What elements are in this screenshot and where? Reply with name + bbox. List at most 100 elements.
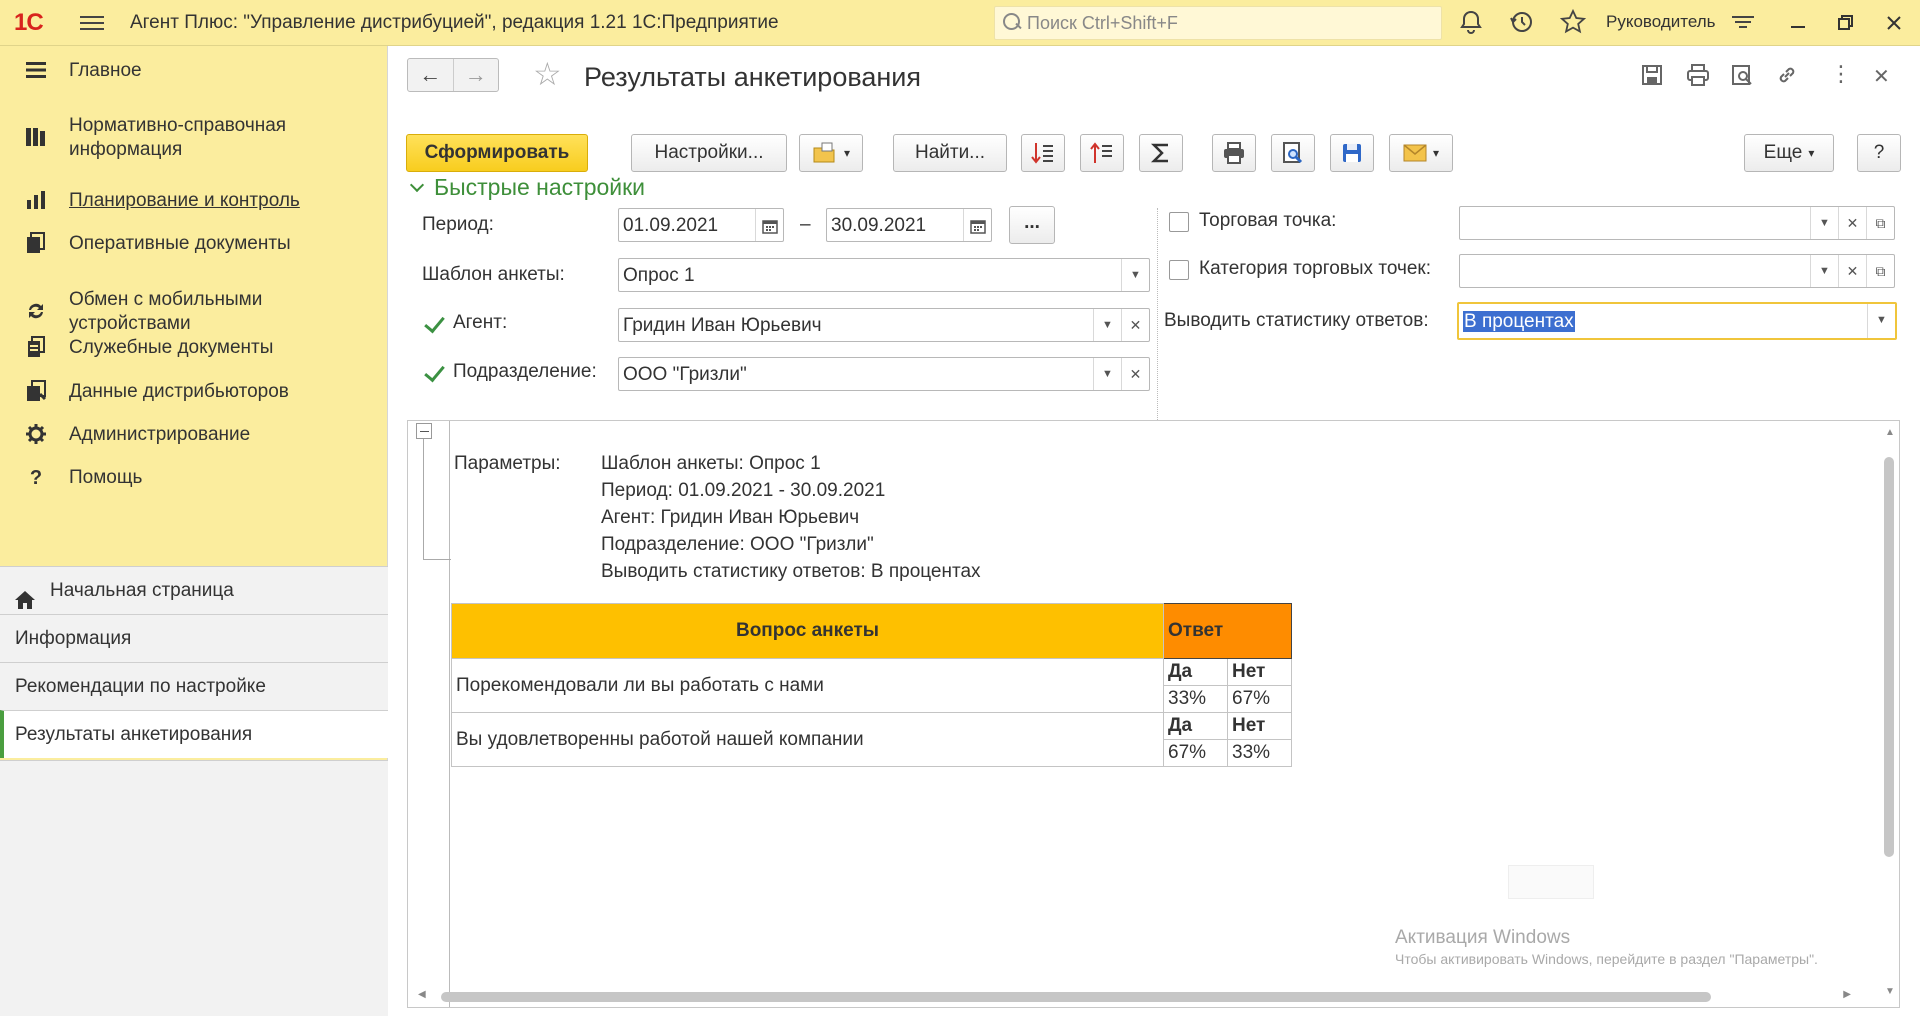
outlet-category-checkbox[interactable] [1169, 260, 1189, 280]
more-button[interactable]: Еще ▾ [1744, 134, 1834, 172]
expand-groups-button[interactable] [1021, 134, 1065, 172]
sidebar-item-reference-info[interactable]: Нормативно-справочная информация [0, 114, 388, 162]
open-window-label: Рекомендации по настройке [15, 676, 266, 697]
params-label: Параметры: [454, 453, 561, 474]
save-to-file-icon[interactable] [1641, 64, 1663, 92]
search-box[interactable] [994, 6, 1442, 40]
sort-up-icon [1090, 142, 1112, 163]
period-from-field[interactable]: 01.09.2021 [618, 208, 784, 242]
print-icon[interactable] [1686, 64, 1710, 92]
send-email-button[interactable]: ▾ [1389, 134, 1453, 172]
report-document[interactable]: Параметры: Шаблон анкеты: Опрос 1 Период… [407, 420, 1900, 1008]
notifications-bell-icon[interactable] [1458, 9, 1484, 42]
period-to-field[interactable]: 30.09.2021 [826, 208, 992, 242]
variants-button[interactable]: ▾ [799, 134, 863, 172]
sidebar-item-planning[interactable]: Планирование и контроль [0, 188, 388, 214]
question-cell: Порекомендовали ли вы работать с нами [451, 658, 1164, 713]
agent-field[interactable]: Гридин Иван Юрьевич ▼ ✕ [618, 308, 1150, 342]
scroll-left-icon[interactable]: ◀ [418, 989, 426, 1000]
sidebar-item-main[interactable]: Главное [0, 58, 388, 84]
calendar-icon[interactable] [963, 209, 991, 241]
value-cell: 33% [1163, 685, 1228, 713]
sidebar-item-mobile-exchange[interactable]: Обмен с мобильными устройствами [0, 240, 388, 334]
scroll-up-icon[interactable]: ▲ [1885, 427, 1895, 438]
favorites-star-icon[interactable] [1559, 8, 1587, 42]
calendar-icon[interactable] [755, 209, 783, 241]
search-input[interactable] [1025, 11, 1425, 35]
quick-settings-header[interactable]: Быстрые настройки [408, 174, 645, 201]
clear-icon[interactable]: ✕ [1838, 207, 1866, 239]
outlet-category-field[interactable]: ▼ ✕ ⧉ [1459, 254, 1895, 288]
department-checkbox[interactable] [423, 363, 443, 383]
save-button[interactable] [1330, 134, 1374, 172]
close-form-icon[interactable]: ✕ [1873, 64, 1890, 89]
clear-icon[interactable]: ✕ [1121, 309, 1149, 341]
department-label: Подразделение: [453, 361, 597, 382]
selected-cell[interactable] [1508, 865, 1594, 899]
add-to-favorites-star-icon[interactable]: ☆ [533, 58, 562, 90]
open-window-home[interactable]: Начальная страница [0, 566, 388, 614]
back-arrow-icon[interactable]: ← [408, 59, 453, 91]
current-user[interactable]: Руководитель [1606, 12, 1716, 32]
settings-button[interactable]: Настройки... [631, 134, 787, 172]
envelope-icon [1403, 144, 1427, 162]
restore-icon[interactable] [1832, 8, 1860, 38]
collapse-groups-button[interactable] [1080, 134, 1124, 172]
history-icon[interactable] [1508, 9, 1534, 42]
dropdown-arrow-icon[interactable]: ▼ [1093, 309, 1121, 341]
question-cell: Вы удовлетворенны работой нашей компании [451, 712, 1164, 767]
dropdown-arrow-icon[interactable]: ▼ [1810, 255, 1838, 287]
sidebar-item-help[interactable]: ? Помощь [0, 465, 388, 491]
print-preview-button[interactable] [1271, 134, 1315, 172]
dropdown-arrow-icon[interactable]: ▼ [1093, 358, 1121, 390]
sidebar-item-label: Служебные документы [69, 337, 274, 358]
sigma-icon [1150, 143, 1168, 163]
sort-down-icon [1031, 142, 1053, 164]
dropdown-arrow-icon[interactable]: ▼ [1867, 304, 1895, 338]
scroll-right-icon[interactable]: ▶ [1843, 989, 1851, 1000]
sidebar-item-label: Данные дистрибьюторов [69, 381, 289, 402]
agent-checkbox[interactable] [423, 314, 443, 334]
close-icon[interactable] [1880, 8, 1908, 38]
open-icon[interactable]: ⧉ [1866, 255, 1894, 287]
template-select[interactable]: Опрос 1 ▼ [618, 258, 1150, 292]
forward-arrow-icon[interactable]: → [452, 59, 499, 91]
app-title: Агент Плюс: "Управление дистрибуцией", р… [130, 12, 779, 33]
collapse-group-icon[interactable] [416, 423, 432, 439]
survey-results-table: Вопрос анкеты Ответ Порекомендовали ли в… [451, 603, 1292, 767]
more-actions-icon[interactable]: ⋮ [1830, 63, 1852, 85]
clear-icon[interactable]: ✕ [1838, 255, 1866, 287]
minimize-icon[interactable] [1784, 8, 1812, 38]
outlet-checkbox[interactable] [1169, 212, 1189, 232]
sidebar-item-administration[interactable]: Администрирование [0, 422, 388, 448]
open-icon[interactable]: ⧉ [1866, 207, 1894, 239]
sidebar-item-label: Обмен с мобильными устройствами [69, 289, 263, 334]
history-navigation: ← → [407, 58, 499, 92]
sidebar-item-distributor-data[interactable]: Данные дистрибьюторов [0, 379, 388, 405]
open-window-information[interactable]: Информация [0, 614, 388, 662]
sidebar-item-service-docs[interactable]: Служебные документы [0, 335, 388, 361]
generate-button[interactable]: Сформировать [406, 134, 588, 172]
department-field[interactable]: ООО "Гризли" ▼ ✕ [618, 357, 1150, 391]
settings-menu-icon[interactable] [1732, 13, 1754, 33]
outlet-field[interactable]: ▼ ✕ ⧉ [1459, 206, 1895, 240]
dropdown-arrow-icon[interactable]: ▼ [1121, 259, 1149, 291]
preview-icon[interactable] [1731, 64, 1753, 92]
find-button[interactable]: Найти... [893, 134, 1007, 172]
open-window-survey-results[interactable]: Результаты анкетирования [0, 710, 388, 758]
period-select-button[interactable]: ... [1009, 206, 1055, 244]
link-icon[interactable] [1776, 64, 1798, 92]
main-menu-icon[interactable] [80, 12, 104, 32]
open-window-recommendations[interactable]: Рекомендации по настройке [0, 662, 388, 710]
vertical-scrollbar[interactable]: ▲ ▼ [1879, 421, 1899, 1007]
clear-icon[interactable]: ✕ [1121, 358, 1149, 390]
stats-select[interactable]: В процентах ▼ [1457, 302, 1897, 340]
form-title: Результаты анкетирования [584, 62, 922, 92]
table-row: Вы удовлетворенны работой нашей компании… [451, 712, 1292, 767]
sum-button[interactable] [1139, 134, 1183, 172]
help-button[interactable]: ? [1857, 134, 1901, 172]
gear-icon [24, 423, 48, 447]
horizontal-scrollbar[interactable]: ◀ ▶ [408, 987, 1899, 1007]
dropdown-arrow-icon[interactable]: ▼ [1810, 207, 1838, 239]
print-button[interactable] [1212, 134, 1256, 172]
